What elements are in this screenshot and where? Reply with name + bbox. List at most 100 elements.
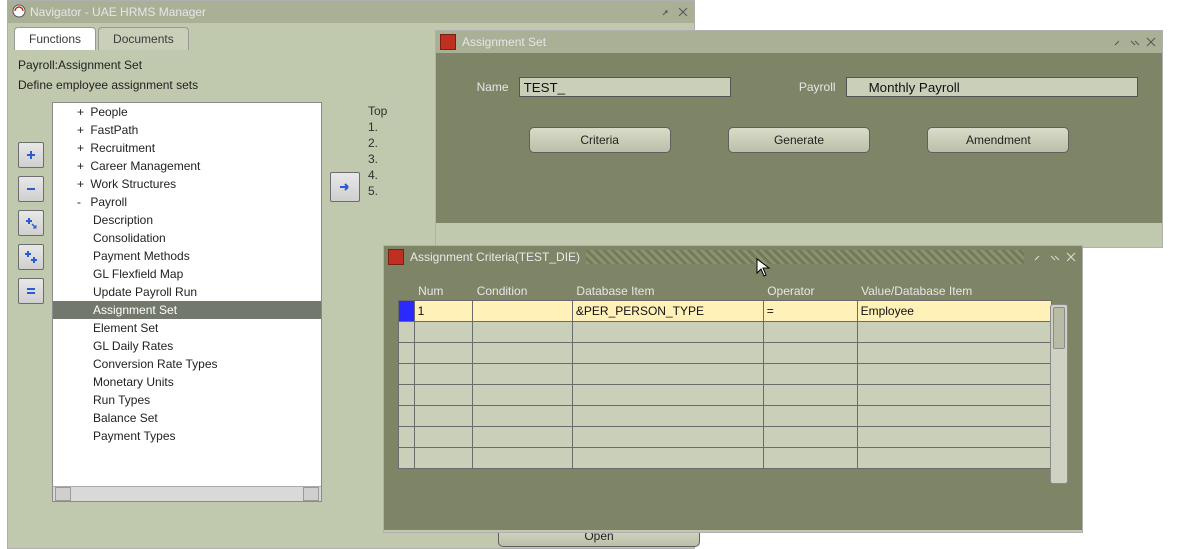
row-selector[interactable] (399, 322, 415, 343)
cell-db[interactable] (573, 385, 763, 405)
tree-item[interactable]: Update Payroll Run (53, 283, 321, 301)
tree-item[interactable]: Description (53, 211, 321, 229)
cell-num[interactable] (415, 364, 473, 384)
cell-op[interactable] (764, 322, 857, 342)
tree-item[interactable]: GL Daily Rates (53, 337, 321, 355)
cell-db[interactable] (573, 427, 763, 447)
tree-item[interactable]: + Work Structures (53, 175, 321, 193)
row-selector[interactable] (399, 385, 415, 406)
grid-row[interactable] (399, 385, 1052, 406)
row-selector[interactable] (399, 301, 415, 322)
tree-item[interactable]: + FastPath (53, 121, 321, 139)
cell-condition[interactable] (473, 427, 572, 447)
navigator-titlebar[interactable]: Navigator - UAE HRMS Manager (8, 1, 694, 23)
add-to-top-ten-button[interactable] (330, 172, 360, 202)
expand-node-button[interactable] (18, 142, 44, 168)
cell-op[interactable] (764, 448, 857, 468)
grid-row[interactable] (399, 343, 1052, 364)
close-icon[interactable] (676, 5, 690, 19)
minimize-icon[interactable] (1112, 35, 1126, 49)
amendment-button[interactable]: Amendment (927, 127, 1069, 153)
tree-item[interactable]: Payment Methods (53, 247, 321, 265)
cell-condition[interactable] (473, 301, 572, 321)
grid-row[interactable] (399, 301, 1052, 322)
cell-val[interactable] (858, 343, 1051, 363)
generate-button[interactable]: Generate (728, 127, 870, 153)
cell-val[interactable] (858, 427, 1051, 447)
grid-row[interactable] (399, 427, 1052, 448)
cell-condition[interactable] (473, 385, 572, 405)
grid-scrollbar-vertical[interactable] (1050, 304, 1068, 484)
top-ten-slot[interactable]: 2. (368, 136, 387, 150)
cell-op[interactable] (764, 385, 857, 405)
tree-item[interactable]: Consolidation (53, 229, 321, 247)
cell-db[interactable] (573, 301, 763, 321)
cell-num[interactable] (415, 322, 473, 342)
close-icon[interactable] (1064, 250, 1078, 264)
top-ten-slot[interactable]: 1. (368, 120, 387, 134)
tree-item[interactable]: Element Set (53, 319, 321, 337)
cell-condition[interactable] (473, 364, 572, 384)
assignment-set-titlebar[interactable]: Assignment Set (436, 31, 1162, 53)
cell-condition[interactable] (473, 322, 572, 342)
cell-op[interactable] (764, 427, 857, 447)
criteria-grid[interactable]: Num Condition Database Item Operator Val… (398, 282, 1052, 469)
tree-item[interactable]: Run Types (53, 391, 321, 409)
minimize-icon[interactable] (660, 5, 674, 19)
top-ten-slot[interactable]: 3. (368, 152, 387, 166)
close-icon[interactable] (1144, 35, 1158, 49)
criteria-button[interactable]: Criteria (529, 127, 671, 153)
cell-condition[interactable] (473, 343, 572, 363)
expand-branch-button[interactable] (18, 210, 44, 236)
row-selector[interactable] (399, 406, 415, 427)
cell-val[interactable] (858, 364, 1051, 384)
cell-db[interactable] (573, 343, 763, 363)
restore-icon[interactable] (1128, 35, 1142, 49)
cell-val[interactable] (858, 448, 1051, 468)
tree-item[interactable]: Conversion Rate Types (53, 355, 321, 373)
tree-scrollbar-horizontal[interactable] (53, 486, 321, 501)
grid-row[interactable] (399, 406, 1052, 427)
cell-val[interactable] (858, 385, 1051, 405)
collapse-all-button[interactable] (18, 278, 44, 304)
tree-item[interactable]: Payment Types (53, 427, 321, 445)
scrollbar-thumb[interactable] (1053, 307, 1065, 349)
collapse-node-button[interactable] (18, 176, 44, 202)
cell-db[interactable] (573, 364, 763, 384)
grid-row[interactable] (399, 322, 1052, 343)
tree-item[interactable]: Balance Set (53, 409, 321, 427)
row-selector[interactable] (399, 364, 415, 385)
cell-num[interactable] (415, 448, 473, 468)
cell-op[interactable] (764, 406, 857, 426)
tree-item[interactable]: + Career Management (53, 157, 321, 175)
tree-item[interactable]: Assignment Set (53, 301, 321, 319)
cell-val[interactable] (858, 322, 1051, 342)
grid-row[interactable] (399, 448, 1052, 469)
row-selector[interactable] (399, 343, 415, 364)
tree-item[interactable]: - Payroll (53, 193, 321, 211)
cell-condition[interactable] (473, 448, 572, 468)
minimize-icon[interactable] (1032, 250, 1046, 264)
criteria-titlebar[interactable]: Assignment Criteria(TEST_DIE) (384, 246, 1082, 268)
name-field[interactable] (519, 77, 731, 97)
cell-num[interactable] (415, 343, 473, 363)
cell-val[interactable] (858, 406, 1051, 426)
tab-functions[interactable]: Functions (14, 27, 96, 50)
top-ten-slot[interactable]: 5. (368, 184, 387, 198)
cell-op[interactable] (764, 364, 857, 384)
row-selector[interactable] (399, 427, 415, 448)
cell-condition[interactable] (473, 406, 572, 426)
cell-db[interactable] (573, 448, 763, 468)
restore-icon[interactable] (1048, 250, 1062, 264)
tree-item[interactable]: GL Flexfield Map (53, 265, 321, 283)
cell-num[interactable] (415, 406, 473, 426)
cell-op[interactable] (764, 343, 857, 363)
tree-item[interactable]: Monetary Units (53, 373, 321, 391)
row-selector[interactable] (399, 448, 415, 469)
cell-op[interactable] (764, 301, 857, 321)
cell-num[interactable] (415, 301, 473, 321)
expand-all-button[interactable] (18, 244, 44, 270)
tree-item[interactable]: + People (53, 103, 321, 121)
cell-val[interactable] (858, 301, 1051, 321)
payroll-field[interactable] (846, 77, 1138, 97)
